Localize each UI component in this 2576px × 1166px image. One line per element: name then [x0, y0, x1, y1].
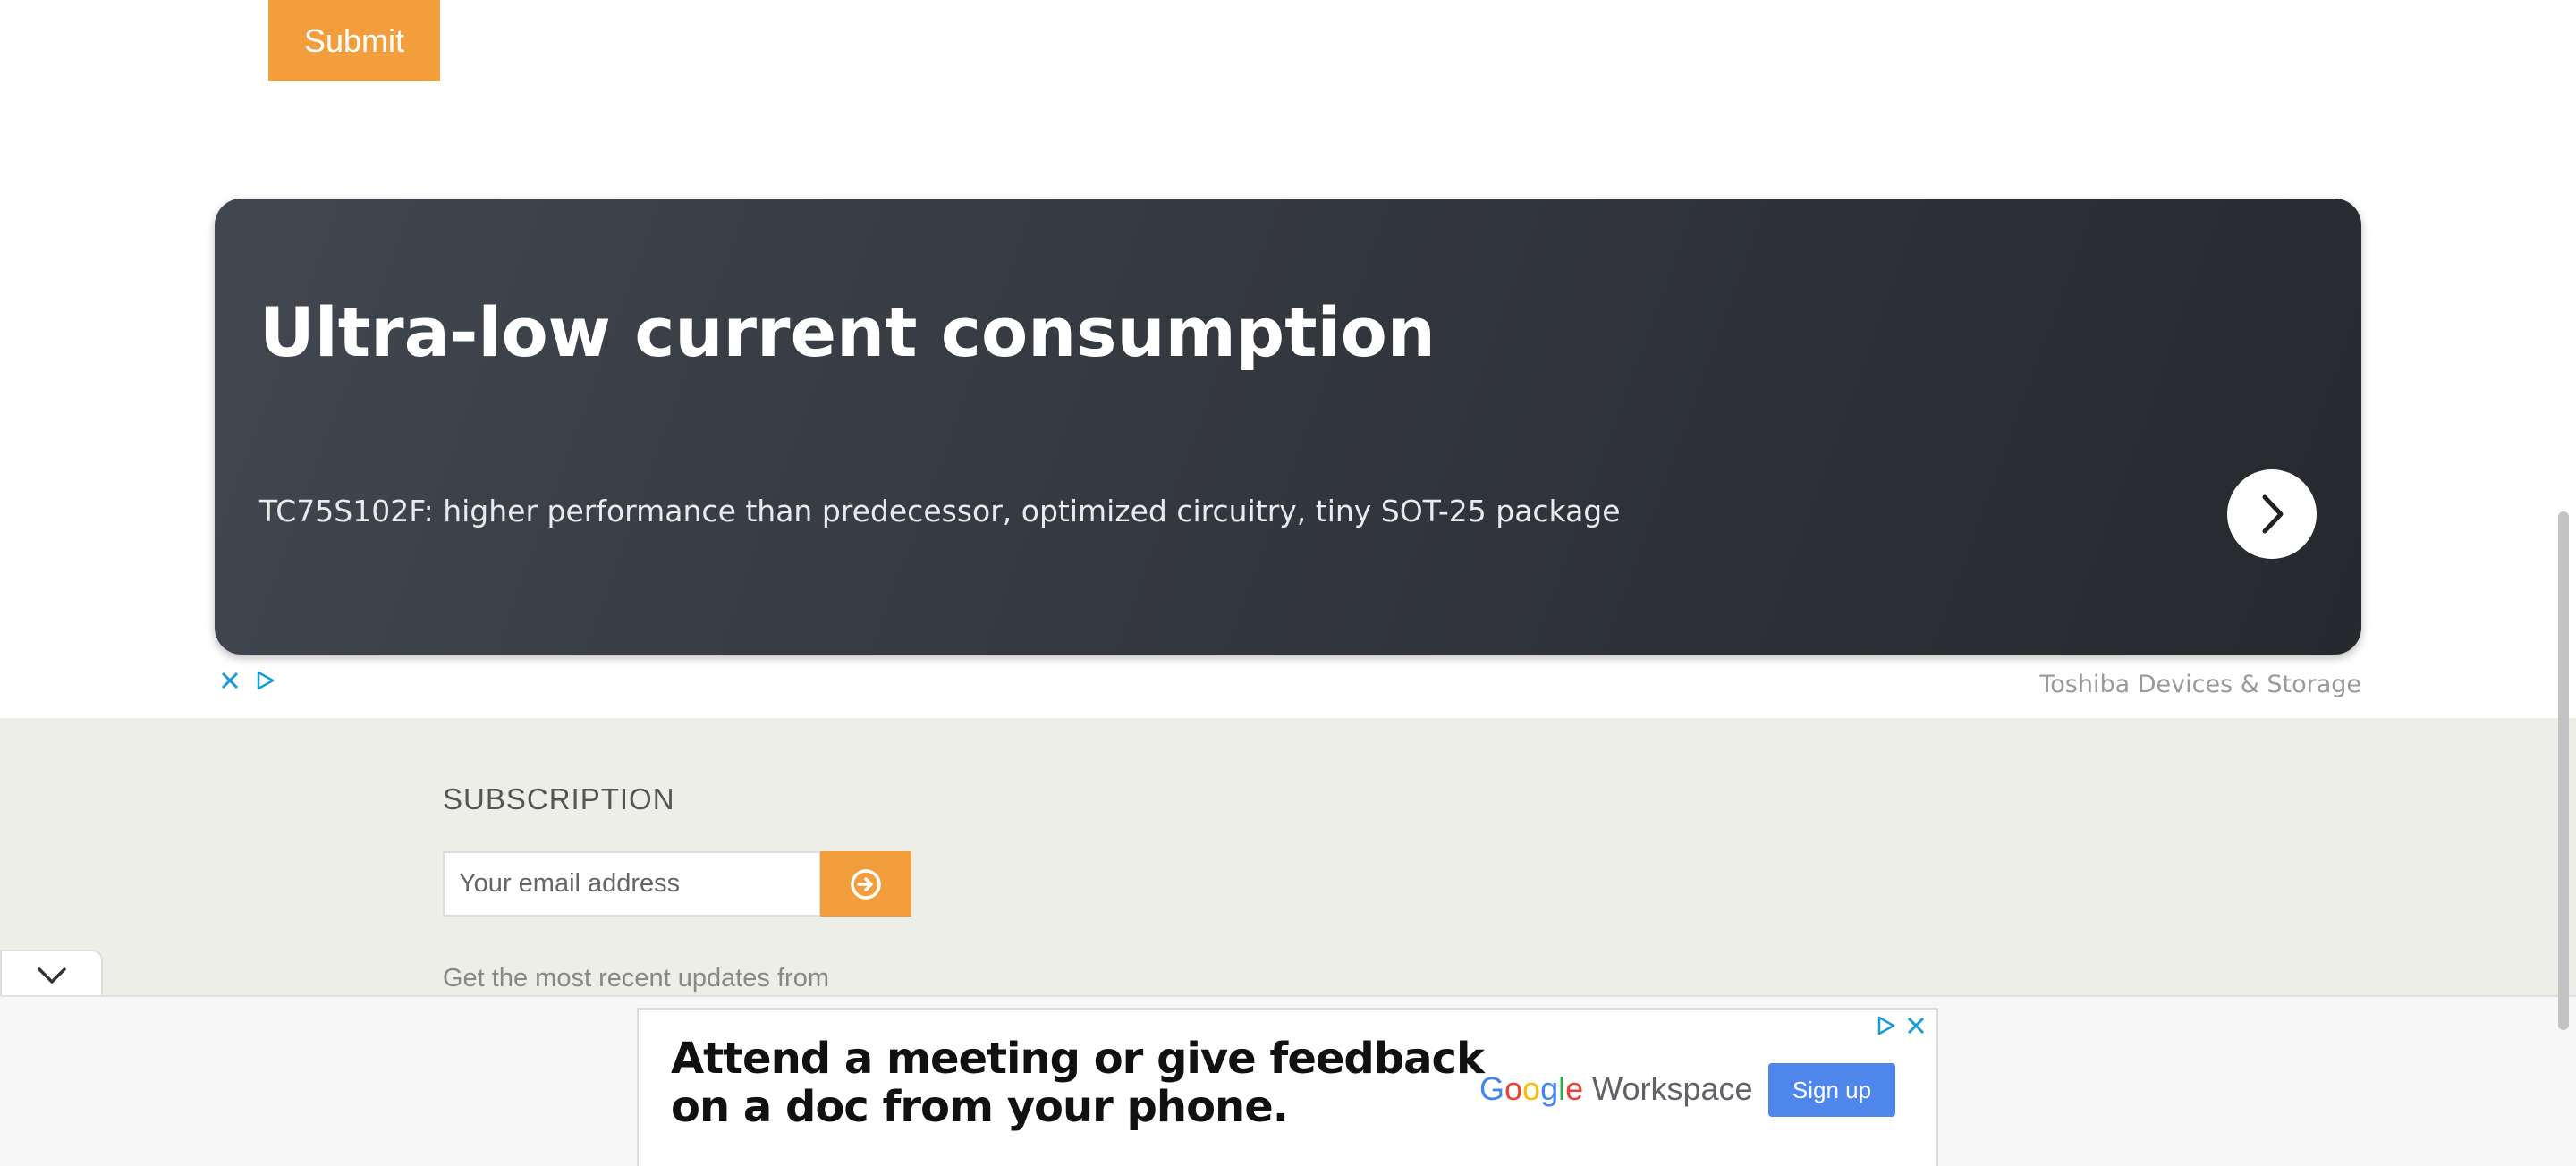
bottom-ad[interactable]: Attend a meeting or give feedback on a d…	[637, 1008, 1938, 1166]
subscription-section: SUBSCRIPTION Get the most recent updates…	[0, 718, 2576, 1004]
workspace-wordmark: Workspace	[1592, 1070, 1753, 1107]
ad-next-button[interactable]	[2227, 469, 2317, 559]
adchoices-icon[interactable]	[254, 669, 277, 692]
close-icon[interactable]	[1906, 1016, 1926, 1040]
subscribe-button[interactable]	[820, 851, 911, 917]
collapse-ad-tab[interactable]	[0, 950, 103, 999]
chevron-down-icon	[37, 967, 66, 984]
scrollbar-thumb[interactable]	[2558, 511, 2569, 1030]
bottom-ad-headline-line1: Attend a meeting or give feedback	[671, 1034, 1485, 1084]
ad-advertiser[interactable]: Toshiba Devices & Storage	[2039, 671, 2361, 698]
bottom-ad-controls	[1876, 1015, 1926, 1041]
chevron-right-icon	[2262, 494, 2284, 534]
signup-button[interactable]: Sign up	[1768, 1063, 1895, 1117]
subscription-title: SUBSCRIPTION	[443, 782, 675, 815]
ad-title: Ultra-low current consumption	[259, 292, 1436, 372]
email-field[interactable]	[443, 851, 821, 917]
subscription-description: Get the most recent updates from	[443, 964, 829, 993]
ad-banner[interactable]: Ultra-low current consumption TC75S102F:…	[215, 199, 2361, 655]
google-workspace-logo: Google Workspace	[1479, 1070, 1753, 1108]
ad-controls	[218, 669, 277, 692]
arrow-circle-right-icon	[851, 868, 881, 900]
google-wordmark: Google	[1479, 1070, 1584, 1107]
ad-subtitle: TC75S102F: higher performance than prede…	[259, 494, 1621, 528]
bottom-ad-bar: Attend a meeting or give feedback on a d…	[0, 995, 2576, 1166]
bottom-ad-headline-line2: on a doc from your phone.	[671, 1082, 1289, 1132]
bottom-ad-headline: Attend a meeting or give feedback on a d…	[671, 1034, 1485, 1132]
submit-button[interactable]: Submit	[268, 0, 440, 81]
adchoices-icon[interactable]	[1876, 1015, 1897, 1041]
close-icon[interactable]	[218, 669, 242, 692]
